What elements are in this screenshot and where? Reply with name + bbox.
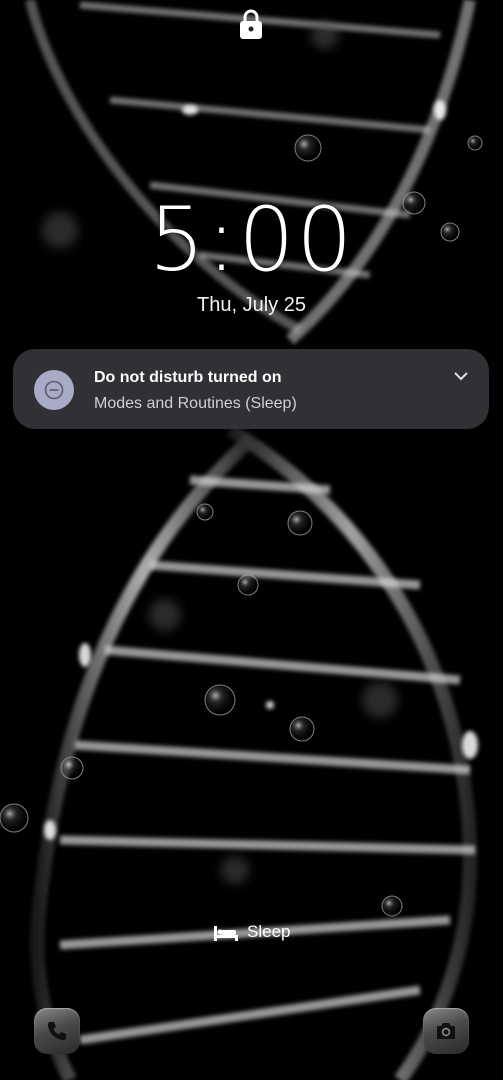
chevron-down-icon[interactable] [450,365,472,387]
camera-shortcut[interactable] [423,1008,469,1054]
phone-icon [48,1022,66,1040]
date: Thu, July 25 [197,294,306,316]
lock-screen: 5:00 Thu, July 25 Do not disturb turned … [0,0,503,1080]
dna-wallpaper [0,0,503,1080]
lock-icon[interactable] [238,8,264,40]
dnd-notification[interactable]: Do not disturb turned on Modes and Routi… [13,349,489,429]
camera-icon [437,1023,455,1039]
sleep-label: Sleep [247,922,291,941]
do-not-disturb-icon [34,370,74,410]
phone-shortcut[interactable] [34,1008,80,1054]
bed-icon [214,926,238,941]
notification-title: Do not disturb turned on [94,369,282,386]
clock: 5:00 [148,188,355,291]
sleep-mode-indicator: Sleep [213,920,290,944]
notification-subtitle: Modes and Routines (Sleep) [94,395,297,412]
